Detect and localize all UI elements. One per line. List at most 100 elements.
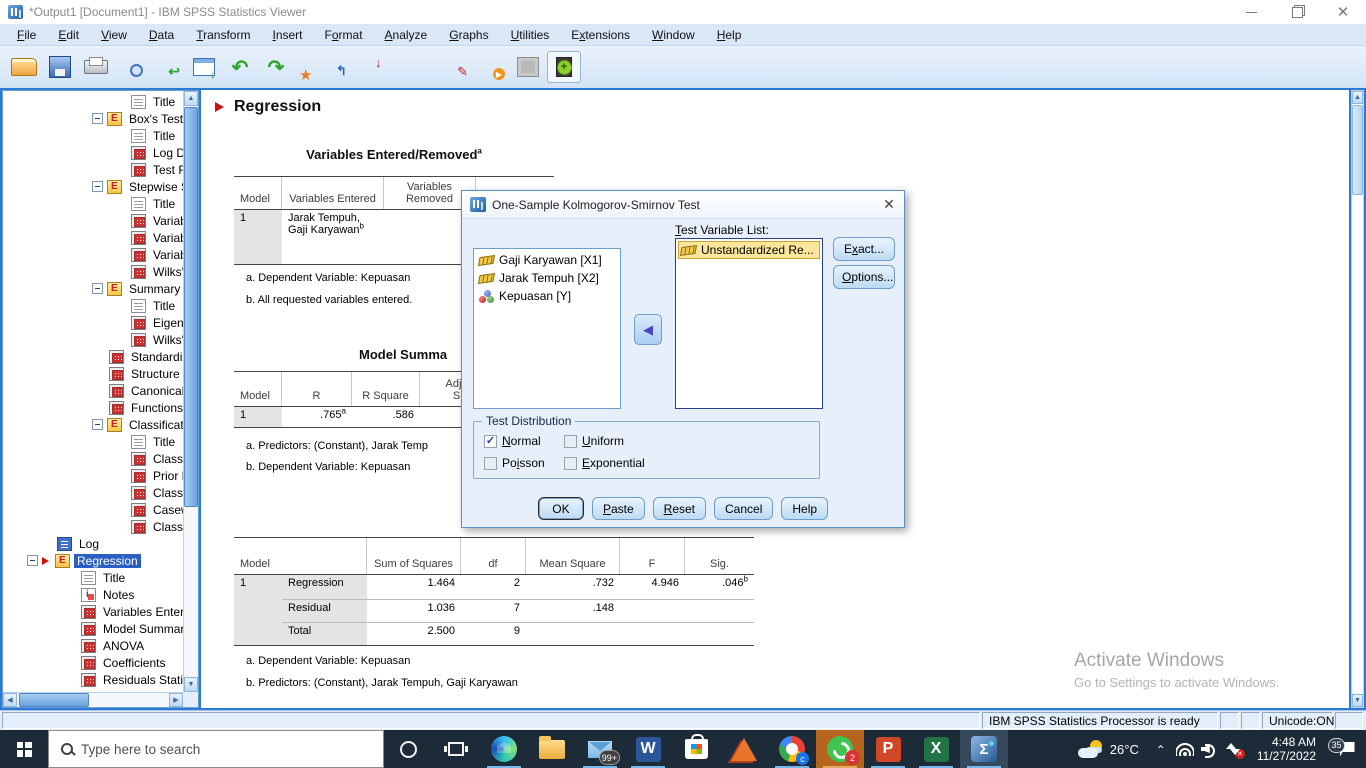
outline-item[interactable]: Model Summar	[3, 620, 183, 637]
goto-variable-button[interactable]: ↰	[331, 51, 365, 83]
taskbar-matlab[interactable]	[720, 730, 768, 768]
scroll-down-arrow-icon[interactable]: ▼	[184, 677, 198, 692]
menu-data[interactable]: Data	[138, 26, 185, 44]
hide-output-button[interactable]	[511, 51, 545, 83]
scrollbar-thumb[interactable]	[19, 693, 89, 707]
save-button[interactable]	[43, 51, 77, 83]
outline-item[interactable]: Summary	[3, 280, 183, 297]
start-button[interactable]	[0, 730, 48, 768]
scrollbar-thumb[interactable]	[184, 107, 198, 507]
variable-list-item[interactable]: Jarak Tempuh [X2]	[474, 269, 620, 287]
taskbar-spss[interactable]	[960, 730, 1008, 768]
outline-horizontal-scrollbar[interactable]: ◀ ▶	[3, 692, 183, 707]
close-button[interactable]: ✕	[1320, 0, 1366, 24]
search-input[interactable]	[81, 742, 341, 757]
exact-button[interactable]: Exact...	[833, 237, 895, 261]
outline-item[interactable]: Variab	[3, 229, 183, 246]
help-button[interactable]: Help	[781, 497, 828, 520]
checkbox-box-icon[interactable]: ✓	[564, 435, 577, 448]
outline-item[interactable]: Variables Enter	[3, 603, 183, 620]
menu-file[interactable]: File	[6, 26, 47, 44]
content-vertical-scrollbar[interactable]: ▲ ▼	[1351, 90, 1364, 708]
outline-item[interactable]: Casew	[3, 501, 183, 518]
variable-list-item[interactable]: Kepuasan [Y]	[474, 287, 620, 305]
restore-button[interactable]	[1274, 0, 1320, 24]
insert-table-button[interactable]: ↓	[367, 51, 401, 83]
taskbar-search[interactable]	[48, 730, 384, 768]
menu-format[interactable]: Format	[314, 26, 374, 44]
sync-status-button[interactable]: ✕	[1221, 730, 1245, 768]
tree-expander-icon[interactable]	[92, 181, 103, 192]
taskbar-word[interactable]	[624, 730, 672, 768]
outline-item[interactable]: Log D	[3, 144, 183, 161]
menu-help[interactable]: Help	[706, 26, 753, 44]
outline-item[interactable]: Prior P	[3, 467, 183, 484]
outline-item[interactable]: Log	[3, 535, 183, 552]
outline-item[interactable]: Title	[3, 93, 183, 110]
move-variable-button[interactable]: ◀	[634, 314, 662, 345]
scroll-up-arrow-icon[interactable]: ▲	[184, 91, 198, 106]
outline-item[interactable]: Stepwise S	[3, 178, 183, 195]
outline-item[interactable]: Variab	[3, 212, 183, 229]
outline-item[interactable]: Class	[3, 518, 183, 535]
network-button[interactable]	[1173, 730, 1197, 768]
goto-case-button[interactable]: ★	[295, 51, 329, 83]
tray-chevron-button[interactable]: ⌃	[1149, 730, 1173, 768]
cortana-button[interactable]	[384, 730, 432, 768]
use-sets-button[interactable]	[547, 51, 581, 83]
dialog-close-icon[interactable]: ✕	[874, 192, 904, 218]
outline-item[interactable]: Title	[3, 195, 183, 212]
outline-item[interactable]: Wilks'	[3, 263, 183, 280]
outline-item[interactable]: Coefficients	[3, 654, 183, 671]
source-variable-list[interactable]: Gaji Karyawan [X1] Jarak Tempuh [X2] Kep…	[473, 248, 621, 409]
scrollbar-thumb[interactable]	[1352, 105, 1363, 195]
outline-item[interactable]: Canonical	[3, 382, 183, 399]
notification-center-button[interactable]: 35	[1326, 742, 1366, 757]
outline-item[interactable]: Classificat	[3, 416, 183, 433]
menu-insert[interactable]: Insert	[261, 26, 313, 44]
taskbar-powerpoint[interactable]	[864, 730, 912, 768]
clock[interactable]: 4:48 AM 11/27/2022	[1245, 735, 1326, 763]
taskbar-chrome[interactable]	[768, 730, 816, 768]
outline-item[interactable]: Standardiz	[3, 348, 183, 365]
checkbox-box-icon[interactable]: ✓	[484, 457, 497, 470]
taskbar-mail[interactable]: 99+	[576, 730, 624, 768]
taskbar-file-explorer[interactable]	[528, 730, 576, 768]
weather-widget[interactable]: 26°C	[1068, 740, 1149, 758]
outline-item[interactable]: Title	[3, 433, 183, 450]
scroll-left-arrow-icon[interactable]: ◀	[3, 693, 17, 707]
dialog-title-bar[interactable]: One-Sample Kolmogorov-Smirnov Test ✕	[462, 191, 904, 219]
menu-graphs[interactable]: Graphs	[438, 26, 499, 44]
menu-view[interactable]: View	[90, 26, 138, 44]
cancel-button[interactable]: Cancel	[714, 497, 773, 520]
outline-item[interactable]: Eigen	[3, 314, 183, 331]
task-view-button[interactable]	[432, 730, 480, 768]
undo-button[interactable]	[223, 51, 257, 83]
redo-button[interactable]	[259, 51, 293, 83]
outline-item[interactable]: Regression	[3, 552, 183, 569]
outline-item[interactable]: Structure M	[3, 365, 183, 382]
menu-analyze[interactable]: Analyze	[374, 26, 439, 44]
variable-list-item[interactable]: Unstandardized Re...	[678, 241, 820, 259]
menu-extensions[interactable]: Extensions	[560, 26, 641, 44]
open-button[interactable]	[7, 51, 41, 83]
designate-window-button[interactable]	[187, 51, 221, 83]
taskbar-store[interactable]	[672, 730, 720, 768]
exponential-checkbox[interactable]: ✓ Exponential	[564, 456, 645, 470]
outline-item[interactable]: Title	[3, 569, 183, 586]
normal-checkbox[interactable]: ✓ Normal	[484, 434, 541, 448]
checkbox-box-icon[interactable]: ✓	[564, 457, 577, 470]
tree-expander-icon[interactable]	[27, 555, 38, 566]
print-preview-button[interactable]	[115, 51, 149, 83]
tree-expander-icon[interactable]	[92, 283, 103, 294]
paste-button[interactable]: Paste	[592, 497, 645, 520]
options-button[interactable]: Options...	[833, 265, 895, 289]
edit-output-button[interactable]: ✎	[439, 51, 473, 83]
menu-utilities[interactable]: Utilities	[500, 26, 561, 44]
outline-item[interactable]: Notes	[3, 586, 183, 603]
outline-item[interactable]: Class	[3, 484, 183, 501]
taskbar-edge[interactable]	[480, 730, 528, 768]
checkbox-box-icon[interactable]: ✓	[484, 435, 497, 448]
poisson-checkbox[interactable]: ✓ Poisson	[484, 456, 545, 470]
reset-button[interactable]: Reset	[653, 497, 706, 520]
